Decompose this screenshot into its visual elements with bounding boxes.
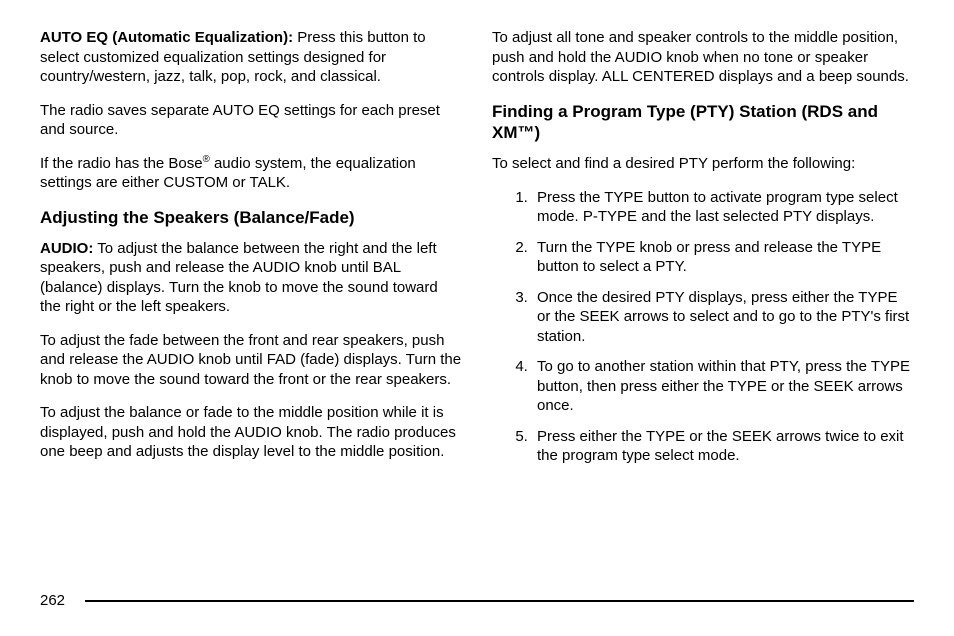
pty-step-3: Once the desired PTY displays, press eit… [532,288,914,347]
pty-step-5: Press either the TYPE or the SEEK arrows… [532,427,914,466]
bose-text-a: If the radio has the Bose [40,155,203,172]
right-column: To adjust all tone and speaker controls … [492,28,914,477]
auto-eq-presets-paragraph: The radio saves separate AUTO EQ setting… [40,101,462,140]
pty-step-4: To go to another station within that PTY… [532,357,914,416]
audio-text: To adjust the balance between the right … [40,240,438,316]
footer-rule [85,600,914,602]
pty-steps-list: Press the TYPE button to activate progra… [492,188,914,466]
pty-step-2: Turn the TYPE knob or press and release … [532,238,914,277]
registered-symbol: ® [203,154,210,165]
audio-paragraph: AUDIO: To adjust the balance between the… [40,239,462,317]
middle-position-paragraph: To adjust the balance or fade to the mid… [40,403,462,462]
left-column: AUTO EQ (Automatic Equalization): Press … [40,28,462,477]
page-columns: AUTO EQ (Automatic Equalization): Press … [40,28,914,477]
all-centered-paragraph: To adjust all tone and speaker controls … [492,28,914,87]
auto-eq-paragraph: AUTO EQ (Automatic Equalization): Press … [40,28,462,87]
page-number: 262 [40,592,65,609]
bose-paragraph: If the radio has the Bose® audio system,… [40,154,462,193]
pty-intro-paragraph: To select and find a desired PTY perform… [492,154,914,174]
auto-eq-label: AUTO EQ (Automatic Equalization): [40,29,293,46]
page-footer: 262 [40,592,914,609]
fade-paragraph: To adjust the fade between the front and… [40,331,462,390]
pty-heading: Finding a Program Type (PTY) Station (RD… [492,101,914,144]
pty-step-1: Press the TYPE button to activate progra… [532,188,914,227]
audio-label: AUDIO: [40,240,93,257]
speakers-heading: Adjusting the Speakers (Balance/Fade) [40,207,462,228]
